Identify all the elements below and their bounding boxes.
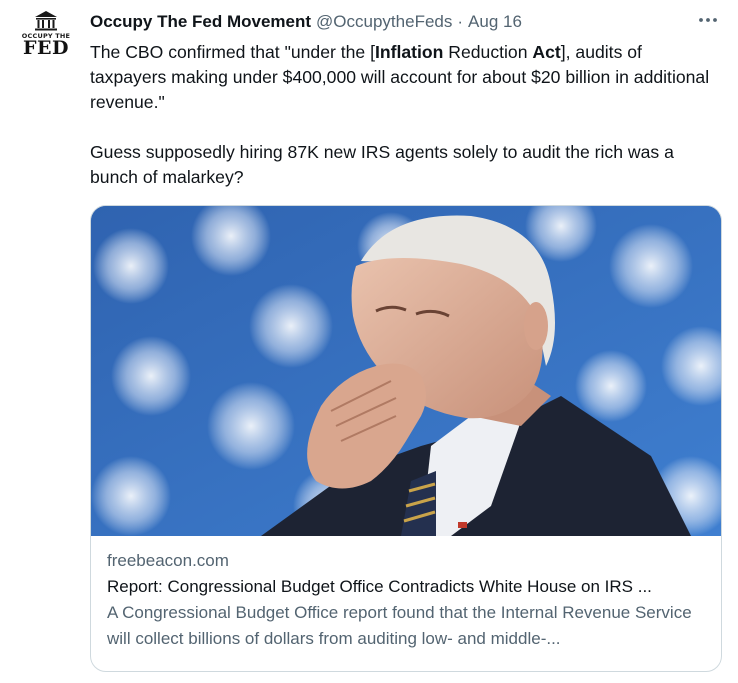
- highlight-act: Act: [532, 42, 561, 62]
- card-title[interactable]: Report: Congressional Budget Office Cont…: [107, 574, 705, 600]
- link-card[interactable]: freebeacon.com Report: Congressional Bud…: [90, 205, 722, 672]
- tweet-paragraph-2: Guess supposedly hiring 87K new IRS agen…: [90, 142, 674, 187]
- highlight-inflation: Inflation: [374, 42, 444, 62]
- tweet[interactable]: OCCUPY THE FED Occupy The Fed Movement @…: [0, 0, 738, 683]
- tweet-text: The CBO confirmed that "under the [Infla…: [90, 40, 720, 190]
- separator-dot: ·: [457, 12, 464, 31]
- display-name[interactable]: Occupy The Fed Movement: [90, 12, 311, 32]
- card-image[interactable]: [91, 206, 721, 536]
- tweet-date[interactable]: Aug 16: [468, 12, 522, 32]
- user-handle[interactable]: @OccupytheFeds: [316, 12, 452, 32]
- tweet-header: Occupy The Fed Movement @OccupytheFeds ·…: [90, 12, 522, 36]
- avatar-big-text: FED: [23, 37, 69, 59]
- more-horizontal-icon[interactable]: [696, 8, 720, 32]
- card-description: A Congressional Budget Office report fou…: [107, 603, 692, 648]
- card-domain: freebeacon.com: [107, 551, 229, 570]
- tweet-paragraph-1: The CBO confirmed that "under the [Infla…: [90, 42, 710, 112]
- card-meta: freebeacon.com Report: Congressional Bud…: [91, 536, 721, 652]
- building-columns-icon: [35, 11, 57, 31]
- avatar[interactable]: OCCUPY THE FED: [18, 10, 74, 66]
